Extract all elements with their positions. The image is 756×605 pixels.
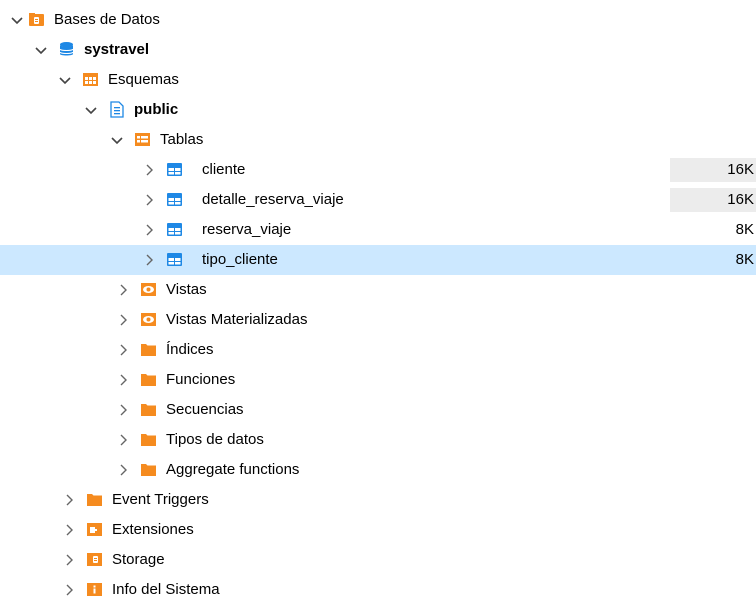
database-folder-icon bbox=[28, 11, 45, 28]
tree-node-label: Event Triggers bbox=[112, 491, 209, 508]
chevron-right-icon[interactable] bbox=[116, 432, 130, 448]
chevron-right-icon[interactable] bbox=[116, 372, 130, 388]
tree-node-systravel[interactable]: systravel bbox=[0, 35, 756, 65]
tree-node-label: public bbox=[134, 101, 179, 118]
table-size: 8K bbox=[735, 221, 754, 238]
table-name: tipo_cliente bbox=[202, 251, 278, 268]
chevron-down-icon[interactable] bbox=[10, 12, 24, 28]
tree-node-table[interactable]: cliente 16K bbox=[0, 155, 756, 185]
tables-folder-icon bbox=[134, 131, 151, 148]
chevron-down-icon[interactable] bbox=[84, 102, 98, 118]
tree-node-label: Storage bbox=[112, 551, 165, 568]
view-icon bbox=[140, 281, 157, 298]
tree-node-label: Bases de Datos bbox=[54, 11, 160, 28]
table-name: detalle_reserva_viaje bbox=[202, 191, 344, 208]
info-icon bbox=[86, 581, 103, 598]
schema-icon bbox=[108, 101, 125, 118]
tree-node-table[interactable]: detalle_reserva_viaje 16K bbox=[0, 185, 756, 215]
table-icon bbox=[166, 251, 183, 268]
chevron-right-icon[interactable] bbox=[142, 162, 156, 178]
table-size: 16K bbox=[670, 188, 756, 212]
folder-icon bbox=[140, 461, 157, 478]
folder-icon bbox=[86, 491, 103, 508]
table-name: cliente bbox=[202, 161, 246, 178]
tree-node-label: Vistas Materializadas bbox=[166, 311, 308, 328]
tree-node-label: Secuencias bbox=[166, 401, 244, 418]
folder-icon bbox=[140, 341, 157, 358]
tree-node-extensiones[interactable]: Extensiones bbox=[0, 515, 756, 545]
extensions-icon bbox=[86, 521, 103, 538]
folder-icon bbox=[140, 401, 157, 418]
database-icon bbox=[58, 41, 75, 58]
chevron-right-icon[interactable] bbox=[62, 582, 76, 598]
chevron-right-icon[interactable] bbox=[116, 462, 130, 478]
tree-node-event-triggers[interactable]: Event Triggers bbox=[0, 485, 756, 515]
folder-icon bbox=[140, 431, 157, 448]
table-size: 16K bbox=[670, 158, 756, 182]
chevron-right-icon[interactable] bbox=[62, 552, 76, 568]
storage-icon bbox=[86, 551, 103, 568]
chevron-down-icon[interactable] bbox=[110, 132, 124, 148]
tree-node-public[interactable]: public bbox=[0, 95, 756, 125]
folder-icon bbox=[140, 371, 157, 388]
view-icon bbox=[140, 311, 157, 328]
chevron-right-icon[interactable] bbox=[142, 222, 156, 238]
chevron-right-icon[interactable] bbox=[116, 402, 130, 418]
tree-node-label: Índices bbox=[166, 341, 214, 358]
tree-node-tablas[interactable]: Tablas bbox=[0, 125, 756, 155]
chevron-right-icon[interactable] bbox=[116, 282, 130, 298]
tree-node-label: Funciones bbox=[166, 371, 236, 388]
chevron-right-icon[interactable] bbox=[142, 192, 156, 208]
tree-node-storage[interactable]: Storage bbox=[0, 545, 756, 575]
chevron-right-icon[interactable] bbox=[62, 522, 76, 538]
tree-node-label: Info del Sistema bbox=[112, 581, 220, 598]
tree-node-indices[interactable]: Índices bbox=[0, 335, 756, 365]
tree-node-label: Tipos de datos bbox=[166, 431, 264, 448]
tree-node-label: Vistas bbox=[166, 281, 207, 298]
tree-node-esquemas[interactable]: Esquemas bbox=[0, 65, 756, 95]
tree-node-label: systravel bbox=[84, 41, 150, 58]
table-name: reserva_viaje bbox=[202, 221, 292, 238]
tree-node-label: Esquemas bbox=[108, 71, 179, 88]
tree-node-label: Extensiones bbox=[112, 521, 194, 538]
tree-node-bases-de-datos[interactable]: Bases de Datos bbox=[0, 5, 756, 35]
tree-node-vistas-materializadas[interactable]: Vistas Materializadas bbox=[0, 305, 756, 335]
table-icon bbox=[166, 191, 183, 208]
schemas-icon bbox=[82, 71, 99, 88]
chevron-right-icon[interactable] bbox=[62, 492, 76, 508]
chevron-right-icon[interactable] bbox=[116, 342, 130, 358]
tree-node-funciones[interactable]: Funciones bbox=[0, 365, 756, 395]
table-icon bbox=[166, 221, 183, 238]
chevron-right-icon[interactable] bbox=[116, 312, 130, 328]
chevron-down-icon[interactable] bbox=[58, 72, 72, 88]
table-icon bbox=[166, 161, 183, 178]
chevron-right-icon[interactable] bbox=[142, 252, 156, 268]
tree-node-table[interactable]: reserva_viaje 8K bbox=[0, 215, 756, 245]
tree-node-label: Tablas bbox=[160, 131, 204, 148]
chevron-down-icon[interactable] bbox=[34, 42, 48, 58]
tree-node-label: Aggregate functions bbox=[166, 461, 300, 478]
tree-node-info-del-sistema[interactable]: Info del Sistema bbox=[0, 575, 756, 605]
tree-node-aggregate-functions[interactable]: Aggregate functions bbox=[0, 455, 756, 485]
tree-node-tipos-de-datos[interactable]: Tipos de datos bbox=[0, 425, 756, 455]
tree-node-secuencias[interactable]: Secuencias bbox=[0, 395, 756, 425]
tree-node-table-selected[interactable]: tipo_cliente 8K bbox=[0, 245, 756, 275]
tree-node-vistas[interactable]: Vistas bbox=[0, 275, 756, 305]
table-size: 8K bbox=[735, 251, 754, 268]
